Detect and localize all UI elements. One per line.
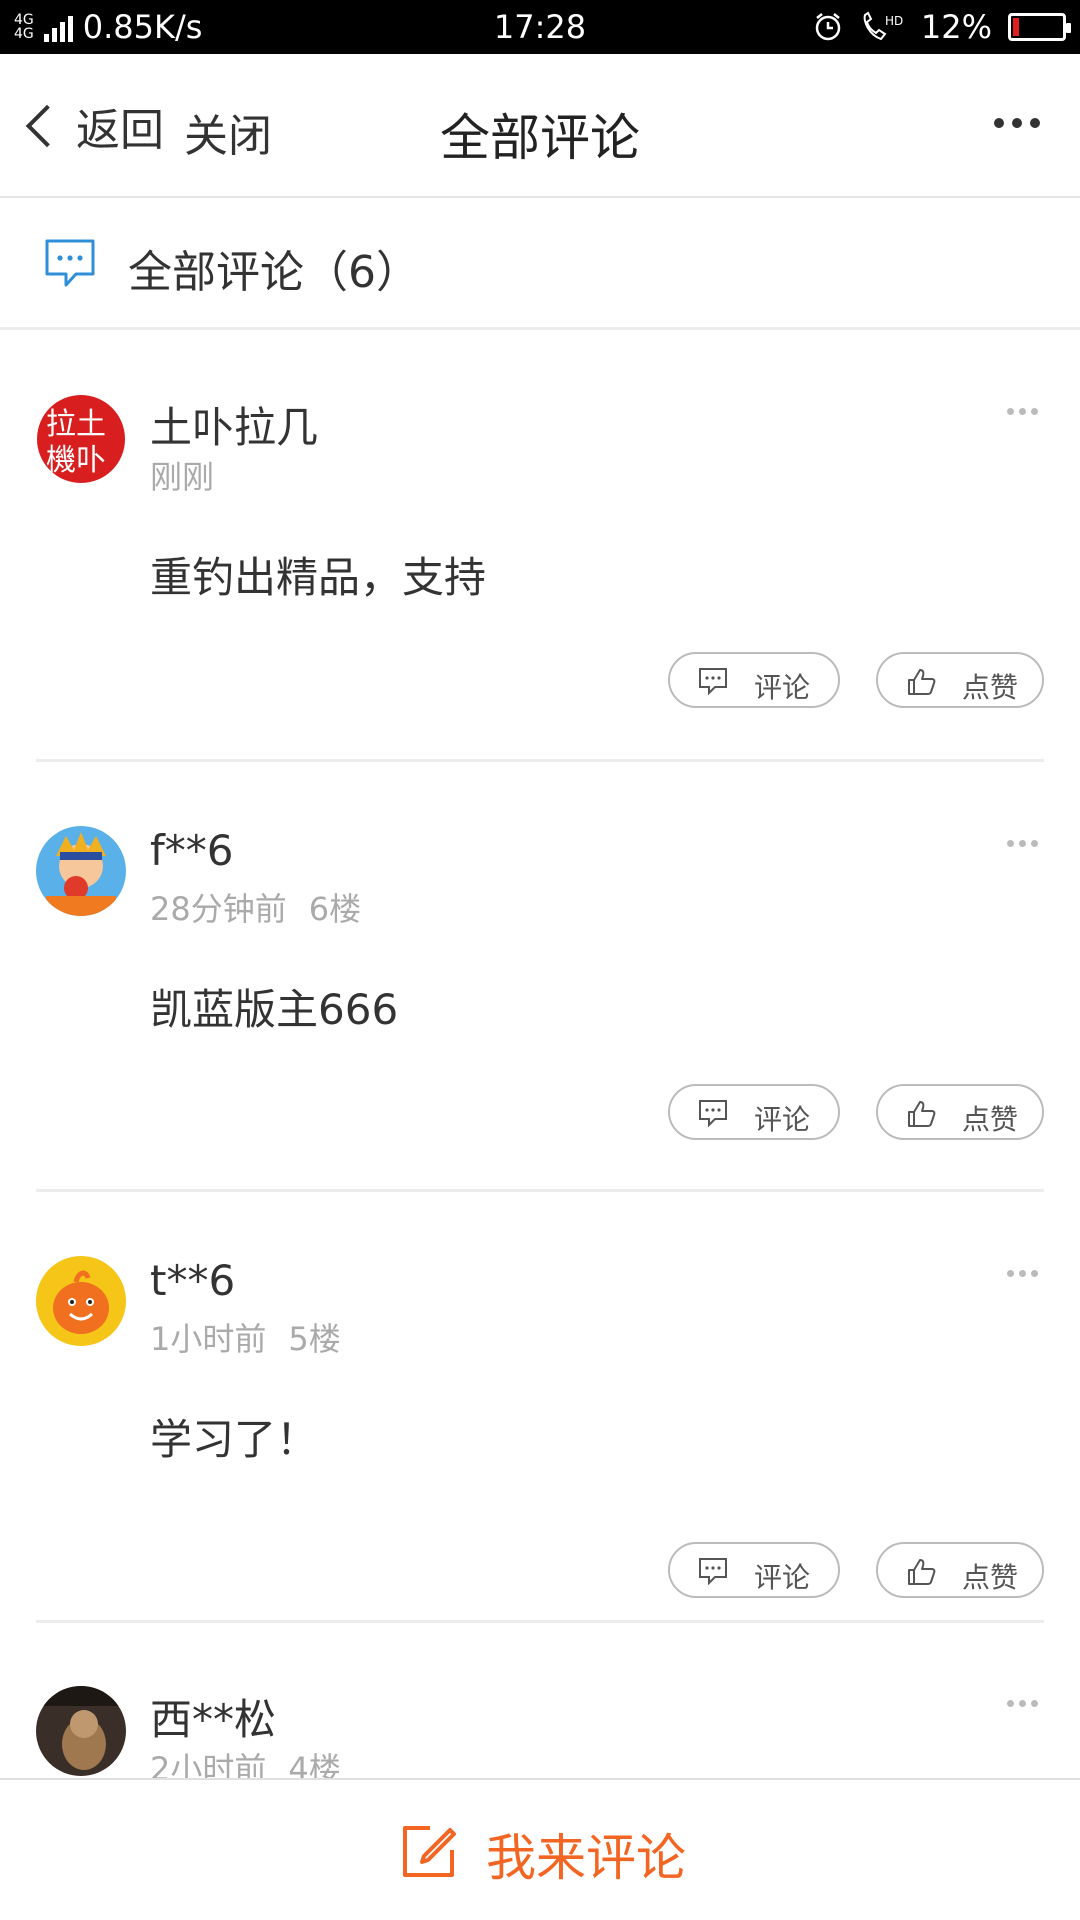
reply-label: 评论 bbox=[754, 671, 811, 704]
comment-text: 凯蓝版主666 bbox=[150, 985, 399, 1034]
avatar[interactable]: 拉土 機卟 bbox=[36, 394, 126, 484]
reply-button[interactable]: 评论 bbox=[668, 1542, 840, 1598]
navigation-bar: 返回 关闭 全部评论 bbox=[0, 54, 1080, 198]
commenter-name[interactable]: 西**松 bbox=[150, 1686, 276, 1747]
mascot-avatar-image bbox=[36, 1256, 126, 1346]
like-label: 点赞 bbox=[962, 671, 1019, 704]
comment-meta: 刚刚 bbox=[150, 452, 214, 498]
status-bar: 4G 4G 0.85K/s 17:28 HD 12% bbox=[0, 0, 1080, 54]
svg-text:HD: HD bbox=[885, 14, 903, 28]
write-comment-bar[interactable]: 我来评论 bbox=[0, 1778, 1080, 1920]
more-options-icon[interactable] bbox=[1007, 840, 1038, 847]
comment-icon bbox=[699, 1558, 727, 1585]
comment-time: 28分钟前 bbox=[150, 890, 287, 928]
commenter-name[interactable]: t**6 bbox=[150, 1256, 235, 1305]
avatar[interactable] bbox=[36, 1256, 126, 1346]
reply-label: 评论 bbox=[754, 1103, 811, 1136]
svg-text:機卟: 機卟 bbox=[46, 443, 106, 478]
avatar[interactable] bbox=[36, 826, 126, 916]
like-label: 点赞 bbox=[962, 1103, 1019, 1136]
comments-count-label: 全部评论（6） bbox=[128, 247, 420, 298]
thumbs-up-icon bbox=[908, 1101, 936, 1127]
comment-text: 学习了！ bbox=[150, 1415, 319, 1464]
status-right: HD 12% bbox=[813, 8, 1071, 46]
divider bbox=[36, 759, 1044, 762]
commenter-name[interactable]: f**6 bbox=[150, 826, 234, 875]
comment-meta: 1小时前 5楼 bbox=[150, 1314, 341, 1360]
floor-number: 6楼 bbox=[308, 890, 362, 928]
avatar[interactable] bbox=[36, 1686, 126, 1776]
cartoon-avatar-image bbox=[36, 826, 126, 916]
battery-percent: 12% bbox=[920, 8, 992, 46]
alarm-icon bbox=[815, 13, 841, 41]
more-options-icon[interactable] bbox=[994, 118, 1040, 128]
edit-icon bbox=[403, 1826, 456, 1877]
comment-text: 重钓出精品，支持 bbox=[150, 553, 487, 602]
comment-meta: 28分钟前 6楼 bbox=[150, 884, 361, 930]
like-button[interactable]: 点赞 bbox=[876, 1542, 1044, 1598]
comment-bubble-icon bbox=[45, 239, 95, 287]
hd-call-icon: HD bbox=[863, 11, 903, 41]
comment-icon bbox=[699, 1100, 727, 1127]
like-button[interactable]: 点赞 bbox=[876, 1084, 1044, 1140]
divider bbox=[36, 1189, 1044, 1192]
divider bbox=[36, 1620, 1044, 1623]
write-comment-label: 我来评论 bbox=[486, 1829, 686, 1887]
thumbs-up-icon bbox=[908, 1559, 936, 1585]
reply-button[interactable]: 评论 bbox=[668, 1084, 840, 1140]
reply-button[interactable]: 评论 bbox=[668, 652, 840, 708]
comment-time: 刚刚 bbox=[150, 458, 215, 496]
comment-icon bbox=[699, 668, 727, 695]
battery-icon bbox=[1008, 13, 1071, 41]
more-options-icon[interactable] bbox=[1007, 1270, 1038, 1277]
svg-text:拉土: 拉土 bbox=[46, 407, 106, 442]
comments-header: 全部评论（6） bbox=[0, 198, 1080, 330]
commenter-name[interactable]: 土卟拉几 bbox=[150, 394, 318, 455]
like-button[interactable]: 点赞 bbox=[876, 652, 1044, 708]
like-label: 点赞 bbox=[962, 1561, 1019, 1594]
comment-time: 1小时前 bbox=[150, 1320, 267, 1358]
reply-label: 评论 bbox=[754, 1561, 811, 1594]
more-options-icon[interactable] bbox=[1007, 1700, 1038, 1707]
page-title: 全部评论 bbox=[440, 109, 640, 167]
floor-number: 5楼 bbox=[288, 1320, 341, 1358]
photo-avatar-image bbox=[36, 1686, 126, 1776]
thumbs-up-icon bbox=[908, 669, 936, 695]
more-options-icon[interactable] bbox=[1007, 408, 1038, 415]
seal-avatar-image: 拉土 機卟 bbox=[37, 395, 125, 483]
